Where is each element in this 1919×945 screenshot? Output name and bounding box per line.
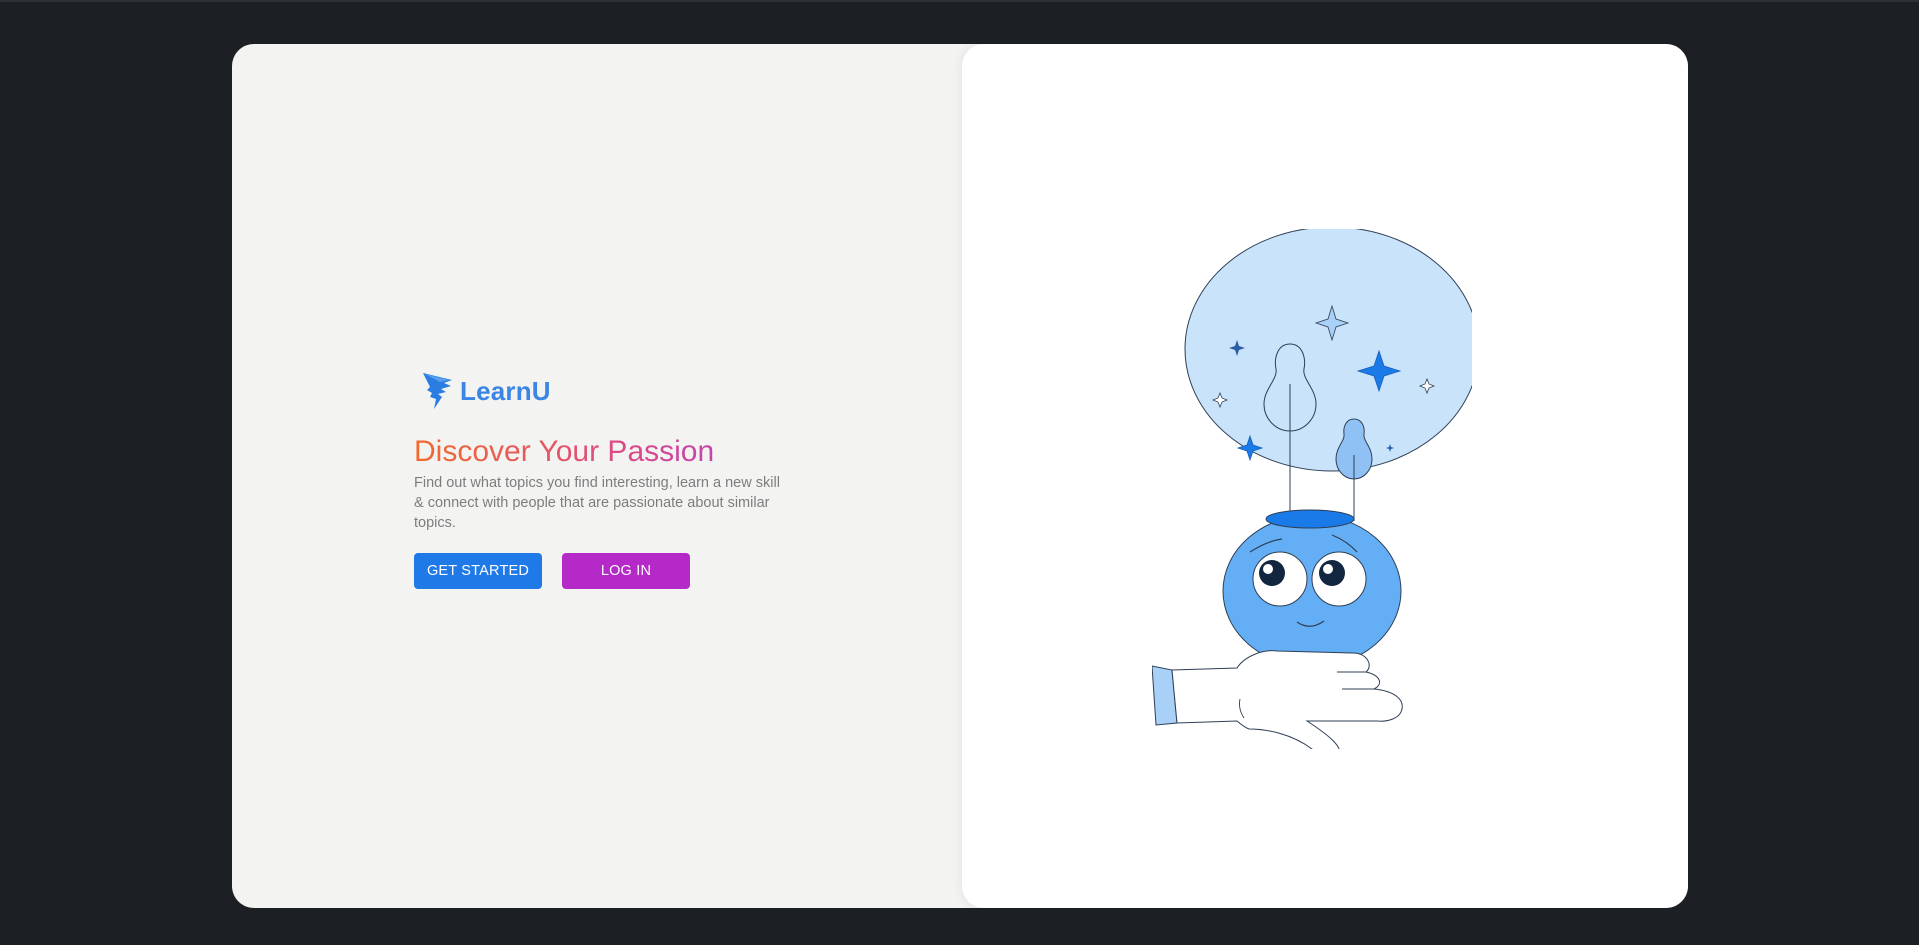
welcome-card: LearnU Discover Your Passion Find out wh… [232,44,1688,908]
illustration-panel [962,44,1688,908]
page-title: Discover Your Passion [414,434,794,470]
brand: LearnU [422,370,794,412]
get-started-button[interactable]: GET STARTED [414,553,542,589]
action-buttons: GET STARTED LOG IN [414,553,794,589]
app-window: LearnU Discover Your Passion Find out wh… [0,0,1919,945]
idea-head-on-hand-illustration [1152,229,1472,749]
log-in-button[interactable]: LOG IN [562,553,690,589]
winged-bolt-icon [423,373,452,409]
hero-section: LearnU Discover Your Passion Find out wh… [414,370,794,589]
page-description: Find out what topics you find interestin… [414,475,780,531]
brand-name: LearnU [460,375,551,406]
